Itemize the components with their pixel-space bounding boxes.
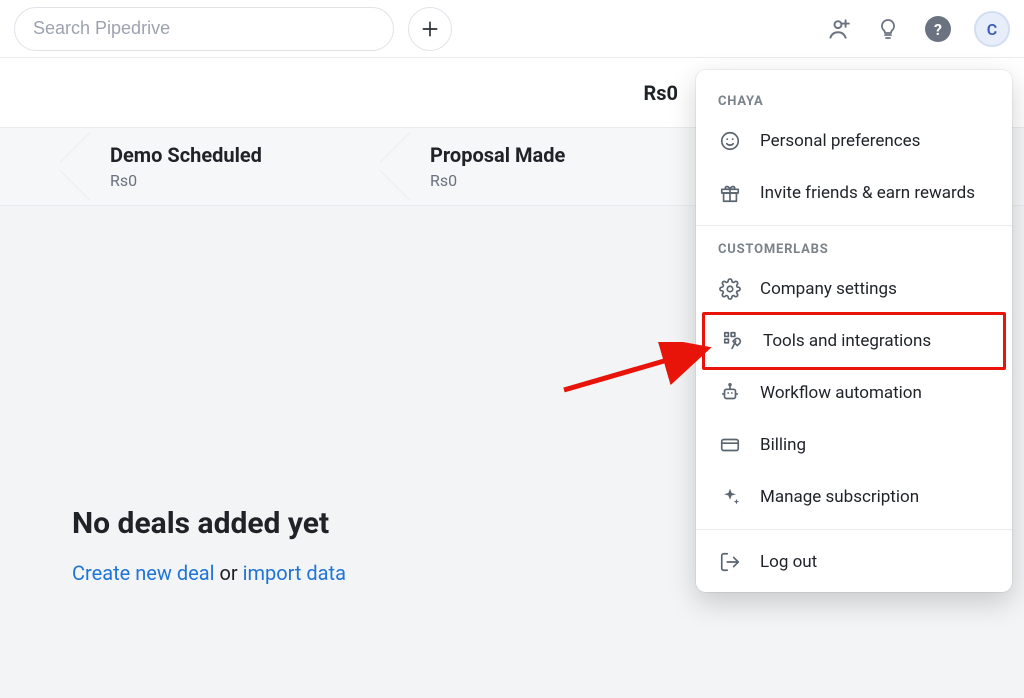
stage-title: Demo Scheduled [110,143,352,167]
tools-icon [721,329,745,353]
plus-icon [420,19,440,39]
or-text: or [214,561,242,585]
menu-item-personal-preferences[interactable]: Personal preferences [696,115,1012,167]
menu-item-manage-subscription[interactable]: Manage subscription [696,471,1012,523]
stage-value: Rs0 [430,171,672,190]
menu-item-tools-integrations[interactable]: Tools and integrations [705,315,1003,367]
logout-icon [718,550,742,574]
menu-item-label: Billing [760,435,806,455]
menu-item-label: Workflow automation [760,383,922,403]
stage-column-demo-scheduled[interactable]: Demo Scheduled Rs0 [60,128,380,205]
gear-icon [718,277,742,301]
profile-avatar[interactable]: C [974,11,1010,47]
menu-item-label: Tools and integrations [763,331,931,351]
menu-heading-org: CUSTOMERLABS [696,232,1012,263]
invite-user-button[interactable] [824,15,852,43]
import-data-link[interactable]: import data [243,561,346,585]
menu-item-invite-friends[interactable]: Invite friends & earn rewards [696,167,1012,219]
annotation-highlight: Tools and integrations [702,312,1006,370]
gift-icon [718,181,742,205]
menu-item-label: Log out [760,552,817,572]
summary-total: Rs0 [643,81,678,105]
tips-button[interactable] [874,15,902,43]
top-right-actions: ? C [824,0,1010,58]
stage-column[interactable] [0,128,60,205]
add-button[interactable] [408,7,452,51]
stage-column-proposal-made[interactable]: Proposal Made Rs0 [380,128,700,205]
lightbulb-icon [876,17,900,41]
user-plus-icon [825,16,851,42]
menu-item-company-settings[interactable]: Company settings [696,263,1012,315]
menu-divider [696,529,1012,530]
empty-headline: No deals added yet [72,506,346,541]
menu-heading-user: CHAYA [696,84,1012,115]
stage-title: Proposal Made [430,143,672,167]
search-input[interactable] [14,7,394,51]
credit-card-icon [718,433,742,457]
menu-item-label: Manage subscription [760,487,919,507]
menu-item-label: Company settings [760,279,897,299]
menu-item-logout[interactable]: Log out [696,536,1012,588]
menu-item-label: Invite friends & earn rewards [760,183,975,203]
top-bar: ? C [0,0,1024,58]
menu-item-billing[interactable]: Billing [696,419,1012,471]
robot-icon [718,381,742,405]
menu-item-label: Personal preferences [760,131,920,151]
create-deal-link[interactable]: Create new deal [72,561,214,585]
help-button[interactable]: ? [924,15,952,43]
stage-value: Rs0 [110,171,352,190]
empty-state: No deals added yet Create new deal or im… [72,506,346,585]
empty-actions: Create new deal or import data [72,561,346,585]
help-icon: ? [925,16,951,42]
profile-menu: CHAYA Personal preferences Invite friend… [696,70,1012,592]
face-icon [718,129,742,153]
menu-divider [696,225,1012,226]
sparkle-icon [718,485,742,509]
menu-item-workflow-automation[interactable]: Workflow automation [696,367,1012,419]
